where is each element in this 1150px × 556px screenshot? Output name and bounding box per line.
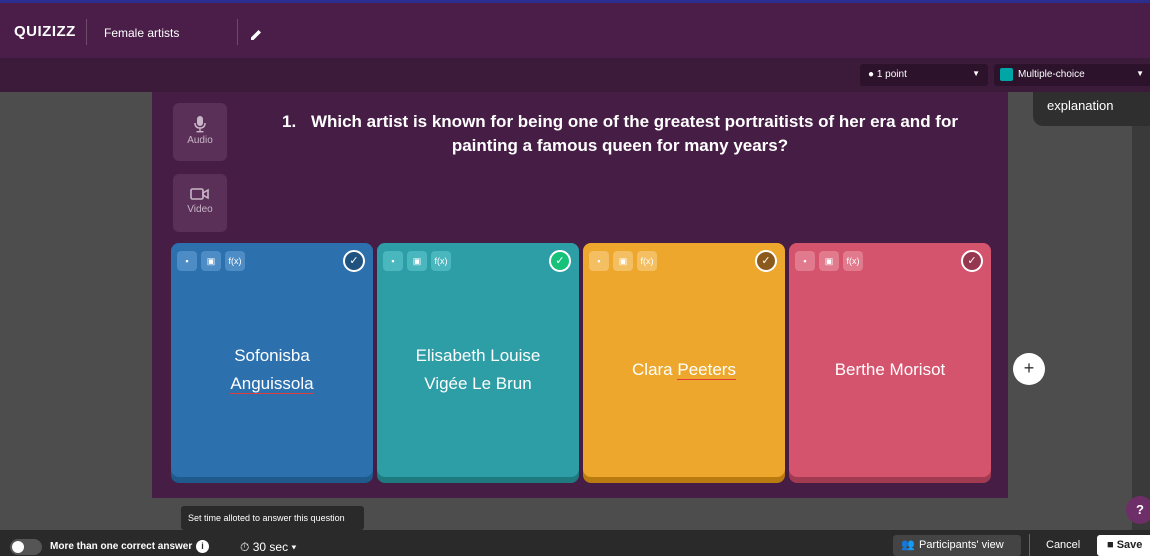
stopwatch-icon: ⏱ xyxy=(240,540,250,554)
answer-card-face: ▪ ▣ f(x) ✓ Elisabeth Louise Vigée Le Brun xyxy=(377,243,579,477)
help-button[interactable]: ? xyxy=(1126,496,1150,524)
answer-card-face: ▪ ▣ f(x) ✓ Clara Peeters xyxy=(583,243,785,477)
participants-icon: 👥 xyxy=(901,539,915,551)
points-value: 1 point xyxy=(876,69,907,80)
chevron-down-icon: ▼ xyxy=(972,69,980,78)
mark-correct-check[interactable]: ✓ xyxy=(961,250,983,272)
question-toolbar: ● 1 point ▼ Multiple-choice ▼ xyxy=(0,58,1150,92)
mark-correct-check[interactable]: ✓ xyxy=(755,250,777,272)
divider xyxy=(237,19,238,45)
pencil-icon[interactable] xyxy=(248,27,264,43)
answer-text-part: Berthe Morisot xyxy=(834,360,946,379)
answer-card-face: ▪ ▣ f(x) ✓ Sofonisba Anguissola xyxy=(171,243,373,477)
mark-correct-check[interactable]: ✓ xyxy=(343,250,365,272)
timer-dropdown[interactable]: ⏱ 30 sec ▾ xyxy=(232,535,308,556)
formula-button[interactable]: f(x) xyxy=(225,251,245,271)
answer-card-2[interactable]: ▪ ▣ f(x) ✓ Elisabeth Louise Vigée Le Brun xyxy=(377,243,579,483)
save-label: Save xyxy=(1116,539,1143,551)
question-number: 1. xyxy=(282,112,297,131)
formula-button[interactable]: f(x) xyxy=(637,251,657,271)
timer-value: 30 sec xyxy=(252,540,289,554)
formula-button[interactable]: f(x) xyxy=(431,251,451,271)
divider xyxy=(1029,534,1030,556)
correct-check-active[interactable]: ✓ xyxy=(549,250,571,272)
answer-text-part: Peeters xyxy=(677,360,736,380)
answer-text-part: Clara xyxy=(632,360,678,379)
answer-tools: ▪ ▣ f(x) xyxy=(795,251,867,271)
answer-text[interactable]: Sofonisba Anguissola xyxy=(181,342,363,398)
video-button[interactable]: Video xyxy=(173,174,227,232)
microphone-icon xyxy=(194,116,206,133)
participants-view-label: Participants' view xyxy=(919,539,1004,551)
answer-line: Anguissola xyxy=(230,374,314,394)
answer-text[interactable]: Elisabeth Louise Vigée Le Brun xyxy=(387,342,569,398)
answer-line: Vigée Le Brun xyxy=(424,374,532,393)
multiple-correct-label: More than one correct answer xyxy=(50,541,193,552)
info-icon[interactable]: i xyxy=(196,540,209,553)
bottom-bar: More than one correct answer i ⏱ 30 sec … xyxy=(0,530,1150,556)
quizizz-logo[interactable]: QUIZIZZ xyxy=(14,23,76,40)
answer-text[interactable]: Berthe Morisot xyxy=(799,356,981,384)
points-dropdown[interactable]: ● 1 point ▼ xyxy=(860,64,988,86)
timer-tooltip: Set time alloted to answer this question xyxy=(181,506,364,530)
explanation-tab[interactable]: explanation xyxy=(1033,92,1150,126)
trash-icon[interactable]: ▪ xyxy=(795,251,815,271)
side-panel-strip xyxy=(1132,126,1150,530)
save-icon: ■ xyxy=(1107,539,1114,551)
answer-card-face: ▪ ▣ f(x) ✓ Berthe Morisot xyxy=(789,243,991,477)
question-text-area[interactable]: 1. Which artist is known for being one o… xyxy=(250,110,990,158)
audio-label: Audio xyxy=(187,135,213,146)
cancel-label: Cancel xyxy=(1046,539,1081,551)
answer-card-4[interactable]: ▪ ▣ f(x) ✓ Berthe Morisot xyxy=(789,243,991,483)
image-icon[interactable]: ▣ xyxy=(201,251,221,271)
question-type-label: Multiple-choice xyxy=(1018,69,1085,80)
save-button[interactable]: ■ Save xyxy=(1097,535,1150,556)
audio-button[interactable]: Audio xyxy=(173,103,227,161)
trash-icon[interactable]: ▪ xyxy=(383,251,403,271)
formula-button[interactable]: f(x) xyxy=(843,251,863,271)
multiple-choice-icon xyxy=(1000,68,1013,81)
answer-card-3[interactable]: ▪ ▣ f(x) ✓ Clara Peeters xyxy=(583,243,785,483)
answer-line: Elisabeth Louise xyxy=(415,346,541,365)
cancel-button[interactable]: Cancel xyxy=(1042,535,1092,556)
answer-card-1[interactable]: ▪ ▣ f(x) ✓ Sofonisba Anguissola xyxy=(171,243,373,483)
participants-view-button[interactable]: 👥 Participants' view xyxy=(893,535,1021,556)
add-answer-button[interactable]: + xyxy=(1013,353,1045,385)
chevron-down-icon: ▾ xyxy=(291,540,297,554)
top-header: QUIZIZZ Female artists xyxy=(0,0,1150,58)
answer-line: Sofonisba xyxy=(234,346,310,365)
trash-icon[interactable]: ▪ xyxy=(589,251,609,271)
video-label: Video xyxy=(187,204,213,215)
chevron-down-icon: ▼ xyxy=(1136,69,1144,78)
question-type-dropdown[interactable]: Multiple-choice ▼ xyxy=(994,64,1150,86)
image-icon[interactable]: ▣ xyxy=(407,251,427,271)
question-text: Which artist is known for being one of t… xyxy=(310,112,958,155)
image-icon[interactable]: ▣ xyxy=(613,251,633,271)
answer-text[interactable]: Clara Peeters xyxy=(593,356,775,384)
divider xyxy=(86,19,87,45)
multiple-correct-toggle[interactable] xyxy=(10,539,42,555)
quiz-title[interactable]: Female artists xyxy=(104,26,179,40)
answer-tools: ▪ ▣ f(x) xyxy=(177,251,249,271)
check-circle-icon: ● xyxy=(868,69,875,80)
answer-tools: ▪ ▣ f(x) xyxy=(589,251,661,271)
explanation-label: explanation xyxy=(1047,98,1114,113)
answer-tools: ▪ ▣ f(x) xyxy=(383,251,455,271)
toggle-knob xyxy=(12,541,24,553)
image-icon[interactable]: ▣ xyxy=(819,251,839,271)
trash-icon[interactable]: ▪ xyxy=(177,251,197,271)
video-camera-icon xyxy=(190,188,209,200)
